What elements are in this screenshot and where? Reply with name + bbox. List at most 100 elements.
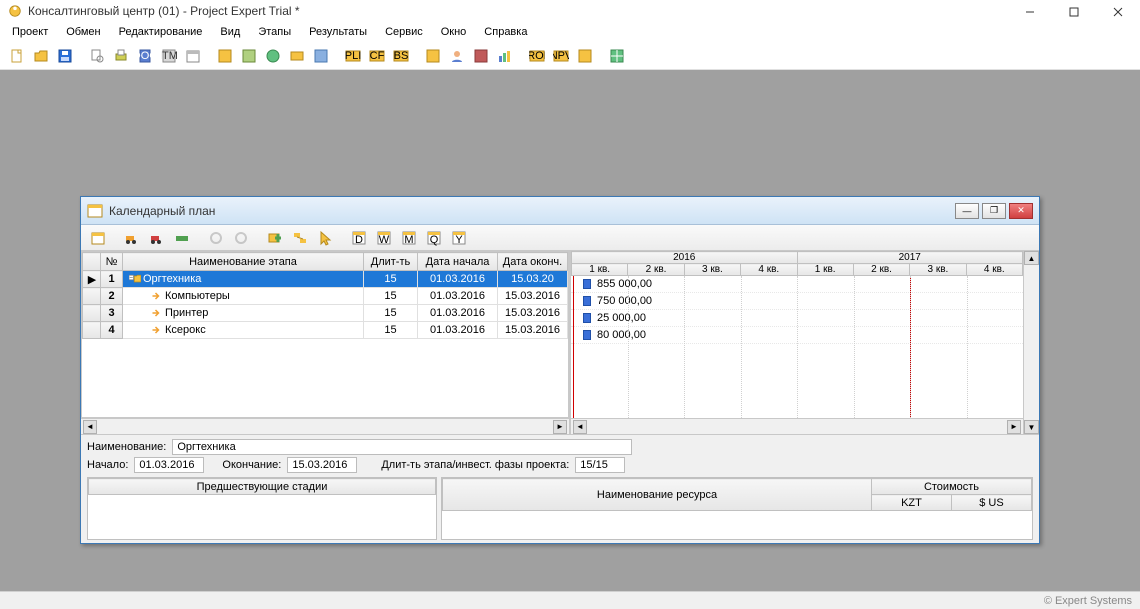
scroll-right-icon[interactable]: ► (1007, 420, 1021, 434)
tb-save-icon[interactable] (54, 45, 76, 67)
tb-icon-19[interactable] (470, 45, 492, 67)
menu-edit[interactable]: Редактирование (111, 24, 211, 40)
tb-print-icon[interactable] (110, 45, 132, 67)
scroll-up-icon[interactable]: ▲ (1024, 251, 1039, 265)
svg-text:D: D (355, 234, 363, 246)
right-hscroll[interactable]: ◄ ► (571, 418, 1023, 434)
ct-m-icon[interactable]: M (398, 227, 420, 249)
ct-w-icon[interactable]: W (373, 227, 395, 249)
gantt-body[interactable]: 855 000,00750 000,0025 000,0080 000,00 (571, 276, 1023, 418)
detail-dur-field[interactable]: 15/15 (575, 457, 625, 473)
folder-icon (129, 273, 141, 285)
ct-link-icon[interactable] (289, 227, 311, 249)
table-row[interactable]: 4Ксерокс1501.03.201615.03.2016 (83, 322, 568, 339)
tb-user-icon[interactable] (446, 45, 468, 67)
tb-roi-icon[interactable]: ROI (526, 45, 548, 67)
menu-view[interactable]: Вид (212, 24, 248, 40)
arrow-right-icon (151, 290, 163, 302)
ct-pointer-icon[interactable] (314, 227, 336, 249)
col-end[interactable]: Дата оконч. (498, 253, 568, 271)
calendar-plan-window: Календарный план — ❐ ✕ D W M Q (80, 196, 1040, 544)
tb-calendar-icon[interactable] (182, 45, 204, 67)
ct-q-icon[interactable]: Q (423, 227, 445, 249)
table-row[interactable]: 2Компьютеры1501.03.201615.03.2016 (83, 288, 568, 305)
maximize-button[interactable] (1052, 0, 1096, 24)
scroll-left-icon[interactable]: ◄ (83, 420, 97, 434)
tb-doc-icon[interactable]: DOC (134, 45, 156, 67)
menu-service[interactable]: Сервис (377, 24, 431, 40)
svg-text:NPV: NPV (553, 50, 569, 62)
child-minimize-button[interactable]: — (955, 203, 979, 219)
cost-header: Стоимость (871, 479, 1031, 495)
gantt-quarter: 2 кв. (853, 264, 909, 276)
table-row[interactable]: 3Принтер1501.03.201615.03.2016 (83, 305, 568, 322)
ct-gear2-icon[interactable] (230, 227, 252, 249)
tb-icon-17[interactable] (422, 45, 444, 67)
tb-chart-icon[interactable] (494, 45, 516, 67)
tb-icon-11[interactable] (262, 45, 284, 67)
tb-bs-icon[interactable]: BS (390, 45, 412, 67)
preceding-table[interactable]: Предшествующие стадии (87, 477, 437, 540)
svg-text:HTML: HTML (161, 50, 177, 62)
detail-panel: Наименование: Оргтехника Начало: 01.03.2… (81, 434, 1039, 543)
tb-new-icon[interactable] (6, 45, 28, 67)
minimize-button[interactable] (1008, 0, 1052, 24)
tb-npv-icon[interactable]: NPV (550, 45, 572, 67)
app-icon (8, 4, 22, 18)
menu-project[interactable]: Проект (4, 24, 56, 40)
gantt-bar[interactable] (583, 330, 591, 340)
detail-end-field[interactable]: 15.03.2016 (287, 457, 357, 473)
col-dur[interactable]: Длит-ть (364, 253, 418, 271)
tb-icon-12[interactable] (286, 45, 308, 67)
tb-icon-9[interactable] (214, 45, 236, 67)
scroll-down-icon[interactable]: ▼ (1024, 420, 1039, 434)
tb-html-icon[interactable]: HTML (158, 45, 180, 67)
menu-help[interactable]: Справка (476, 24, 535, 40)
tb-print-preview-icon[interactable] (86, 45, 108, 67)
tb-pli-icon[interactable]: PLI (342, 45, 364, 67)
stages-grid[interactable]: № Наименование этапа Длит-ть Дата начала… (81, 251, 569, 418)
main-toolbar: DOC HTML PLI CF BS ROI NPV (0, 42, 1140, 70)
ct-d-icon[interactable]: D (348, 227, 370, 249)
menu-stages[interactable]: Этапы (250, 24, 299, 40)
col-num[interactable]: № (101, 253, 123, 271)
ct-add-icon[interactable] (264, 227, 286, 249)
child-close-button[interactable]: ✕ (1009, 203, 1033, 219)
ct-truck1-icon[interactable] (121, 227, 143, 249)
tb-open-icon[interactable] (30, 45, 52, 67)
menu-exchange[interactable]: Обмен (58, 24, 108, 40)
menu-results[interactable]: Результаты (301, 24, 375, 40)
gantt-bar[interactable] (583, 313, 591, 323)
scroll-right-icon[interactable]: ► (553, 420, 567, 434)
menu-window[interactable]: Окно (433, 24, 475, 40)
ct-truck2-icon[interactable] (146, 227, 168, 249)
detail-name-field[interactable]: Оргтехника (172, 439, 632, 455)
gantt-quarter: 1 кв. (797, 264, 853, 276)
ct-y-icon[interactable]: Y (448, 227, 470, 249)
close-button[interactable] (1096, 0, 1140, 24)
gantt-year-1: 2017 (797, 252, 1023, 264)
ct-calendar-icon[interactable] (87, 227, 109, 249)
gantt-bar[interactable] (583, 279, 591, 289)
arrow-right-icon (151, 307, 163, 319)
preceding-header: Предшествующие стадии (89, 479, 436, 495)
gantt-quarter: 3 кв. (910, 264, 966, 276)
child-titlebar[interactable]: Календарный план — ❐ ✕ (81, 197, 1039, 225)
col-name[interactable]: Наименование этапа (123, 253, 364, 271)
col-start[interactable]: Дата начала (418, 253, 498, 271)
scroll-left-icon[interactable]: ◄ (573, 420, 587, 434)
tb-icon-10[interactable] (238, 45, 260, 67)
tb-cf-icon[interactable]: CF (366, 45, 388, 67)
detail-start-field[interactable]: 01.03.2016 (134, 457, 204, 473)
window-controls (1008, 0, 1140, 24)
tb-icon-13[interactable] (310, 45, 332, 67)
left-hscroll[interactable]: ◄ ► (81, 418, 569, 434)
child-maximize-button[interactable]: ❐ (982, 203, 1006, 219)
gantt-bar[interactable] (583, 296, 591, 306)
table-row[interactable]: ▶1Оргтехника1501.03.201615.03.20 (83, 271, 568, 288)
tb-icon-23[interactable] (574, 45, 596, 67)
tb-table-icon[interactable] (606, 45, 628, 67)
ct-tool-icon[interactable] (171, 227, 193, 249)
resource-table[interactable]: Наименование ресурса Стоимость KZT $ US (441, 477, 1033, 540)
ct-gear1-icon[interactable] (205, 227, 227, 249)
